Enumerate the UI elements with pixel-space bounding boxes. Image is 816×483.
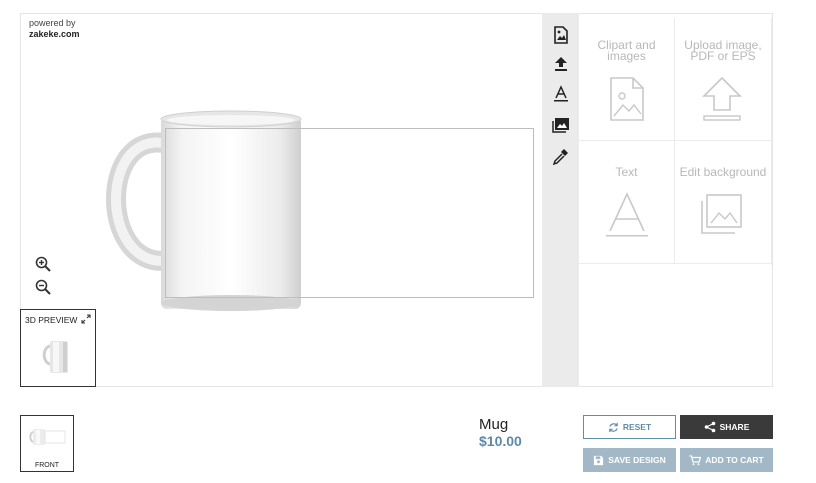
text-label: Text (615, 165, 638, 179)
background-label: Edit background (679, 165, 767, 179)
image-file-icon (610, 77, 644, 121)
share-button[interactable]: SHARE (680, 415, 773, 439)
product-price: $10.00 (479, 433, 522, 449)
mug-thumbnail (42, 341, 68, 373)
product-name: Mug (479, 416, 509, 433)
zoom-out-icon[interactable] (34, 278, 52, 296)
reset-label: RESET (622, 422, 652, 432)
zoom-in-icon[interactable] (34, 255, 52, 273)
upload-label: Upload image, PDF or EPS (684, 38, 762, 63)
reset-icon (609, 422, 618, 432)
expand-icon[interactable] (81, 314, 91, 324)
print-area[interactable] (165, 128, 534, 298)
clipart-and-images-option[interactable]: Clipart and images (579, 18, 675, 141)
share-icon (704, 421, 715, 433)
add-to-cart-button[interactable]: ADD TO CART (680, 448, 773, 472)
text-icon[interactable] (551, 84, 571, 104)
color-picker-icon[interactable] (551, 146, 571, 166)
upload-arrow-icon (702, 76, 742, 121)
front-side-thumbnail-image (29, 429, 66, 445)
design-stage[interactable] (20, 13, 542, 387)
side-front-thumbnail[interactable]: FRONT (20, 415, 74, 472)
side-front-label: FRONT (34, 462, 60, 469)
add-to-cart-label: ADD TO CART (705, 455, 764, 465)
3d-preview-button[interactable]: 3D PREVIEW (20, 309, 96, 387)
text-large-icon (606, 192, 648, 237)
save-design-label: SAVE DESIGN (608, 455, 666, 465)
share-label: SHARE (719, 422, 750, 432)
image-icon[interactable] (551, 25, 571, 45)
save-icon (594, 455, 604, 465)
reset-button[interactable]: RESET (583, 415, 676, 439)
tool-sidebar (542, 13, 579, 387)
clipart-label: Clipart and images (597, 38, 656, 63)
background-large-icon (701, 194, 742, 234)
background-icon[interactable] (551, 115, 571, 135)
text-option[interactable]: Text (579, 141, 675, 264)
upload-option[interactable]: Upload image, PDF or EPS (675, 18, 771, 141)
tool-panel: Clipart and images Upload image, PDF or … (579, 18, 772, 265)
upload-icon[interactable] (551, 54, 571, 74)
cart-icon (689, 454, 702, 465)
3d-preview-title: 3D PREVIEW (25, 315, 78, 325)
edit-background-option[interactable]: Edit background (675, 141, 771, 264)
save-design-button[interactable]: SAVE DESIGN (583, 448, 676, 472)
